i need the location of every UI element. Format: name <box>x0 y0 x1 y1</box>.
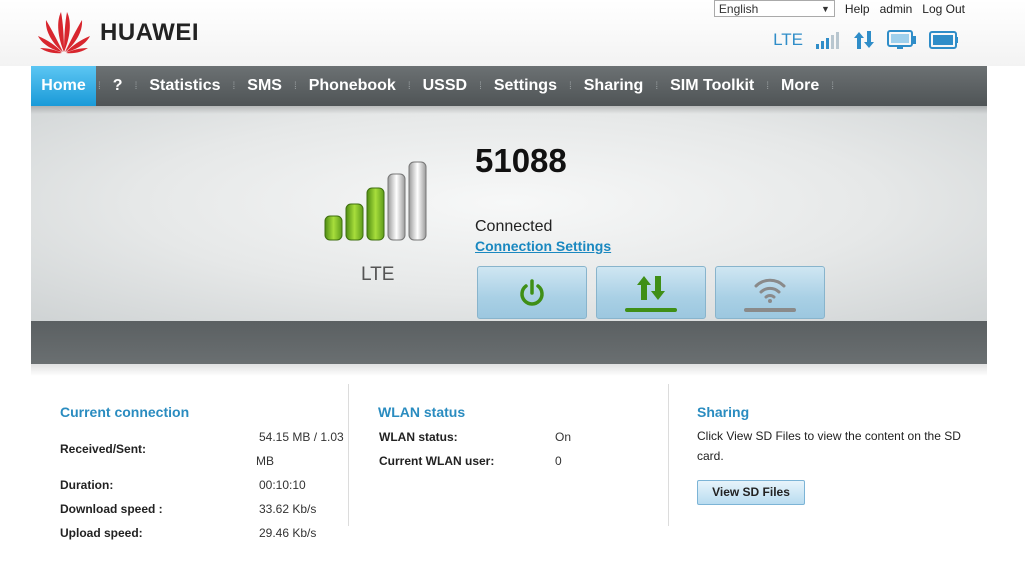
signal-strength-large-icon <box>324 161 427 241</box>
huawei-flower-icon <box>38 12 90 54</box>
column-divider <box>668 384 669 526</box>
wlan-status-label: WLAN status: <box>379 430 458 444</box>
download-speed-value: 33.62 Kb/s <box>259 502 317 516</box>
connection-settings-link[interactable]: Connection Settings <box>475 238 611 254</box>
status-icons: LTE <box>773 30 959 50</box>
sharing-description: Click View SD Files to view the content … <box>697 429 961 463</box>
received-sent-value-cont: MB <box>256 454 274 468</box>
connect-toggle-button[interactable] <box>477 266 587 319</box>
router-web-ui: HUAWEI English ▼ Help admin Log Out LTE <box>0 0 1025 579</box>
hero-network-type: LTE <box>361 264 395 285</box>
main-nav: Home ⁞ ? ⁞ Statistics ⁞ SMS ⁞ Phonebook … <box>31 66 987 106</box>
nav-separator: ⁞ <box>232 80 236 92</box>
power-icon <box>520 278 544 306</box>
nav-phonebook[interactable]: Phonebook <box>299 66 406 106</box>
view-sd-files-button[interactable]: View SD Files <box>697 480 805 505</box>
wifi-icon <box>744 278 796 312</box>
nav-separator: ⁞ <box>134 80 138 92</box>
wlan-status-value: On <box>555 430 572 444</box>
hero-top-shadow <box>31 106 987 114</box>
nav-sharing[interactable]: Sharing <box>574 66 654 106</box>
received-sent-value: 54.15 MB / 1.03 <box>259 430 344 444</box>
data-transfer-icon <box>625 275 677 312</box>
wifi-toggle-button[interactable] <box>715 266 825 319</box>
current-connection-title: Current connection <box>60 404 190 420</box>
network-type: LTE <box>773 30 803 49</box>
brand-name: HUAWEI <box>100 19 199 46</box>
nav-help[interactable]: ? <box>103 66 133 106</box>
nav-separator: ⁞ <box>407 80 411 92</box>
chevron-down-icon: ▼ <box>821 3 830 14</box>
nav-ussd[interactable]: USSD <box>413 66 477 106</box>
nav-sms[interactable]: SMS <box>237 66 292 106</box>
nav-separator: ⁞ <box>766 80 770 92</box>
nav-statistics[interactable]: Statistics <box>139 66 230 106</box>
connection-status: Connected <box>475 218 553 235</box>
nav-separator: ⁞ <box>479 80 482 92</box>
nav-more[interactable]: More <box>771 66 829 106</box>
help-link[interactable]: Help <box>845 2 870 16</box>
header: HUAWEI English ▼ Help admin Log Out LTE <box>0 0 1025 66</box>
upload-speed-value: 29.46 Kb/s <box>259 526 317 540</box>
signal-strength-icon <box>816 32 839 49</box>
column-divider <box>348 384 349 526</box>
battery-icon <box>929 31 958 49</box>
nav-separator: ⁞ <box>293 80 297 92</box>
wlan-status-title: WLAN status <box>378 404 466 420</box>
received-sent-label: Received/Sent: <box>60 442 147 456</box>
duration-value: 00:10:10 <box>259 478 306 492</box>
nav-separator: ⁞ <box>831 80 835 92</box>
language-selected: English <box>718 1 759 16</box>
brand-logo: HUAWEI <box>36 8 199 54</box>
language-select[interactable]: English ▼ <box>713 0 835 17</box>
connection-hero: LTE 51088 Connected Connection Settings <box>31 106 987 321</box>
nav-separator: ⁞ <box>98 80 101 92</box>
nav-separator: ⁞ <box>568 80 572 92</box>
duration-label: Duration: <box>60 478 114 492</box>
nav-settings[interactable]: Settings <box>484 66 567 106</box>
download-speed-label: Download speed : <box>60 502 163 516</box>
monitor-icon <box>887 30 916 49</box>
wlan-users-label: Current WLAN user: <box>379 454 495 468</box>
nav-sim-toolkit[interactable]: SIM Toolkit <box>660 66 764 106</box>
admin-link[interactable]: admin <box>880 2 913 16</box>
data-transfer-icon <box>854 31 874 49</box>
band-shadow <box>31 364 987 376</box>
nav-separator: ⁞ <box>655 80 659 92</box>
logout-link[interactable]: Log Out <box>922 2 965 16</box>
hero-bottom-band <box>31 321 987 364</box>
top-bar: English ▼ Help admin Log Out <box>713 0 965 17</box>
wlan-users-value: 0 <box>555 454 562 468</box>
upload-speed-label: Upload speed: <box>60 526 143 540</box>
operator-name: 51088 <box>475 142 567 179</box>
nav-home[interactable]: Home <box>31 66 96 106</box>
data-switch-button[interactable] <box>596 266 706 319</box>
sharing-title: Sharing <box>697 404 750 420</box>
